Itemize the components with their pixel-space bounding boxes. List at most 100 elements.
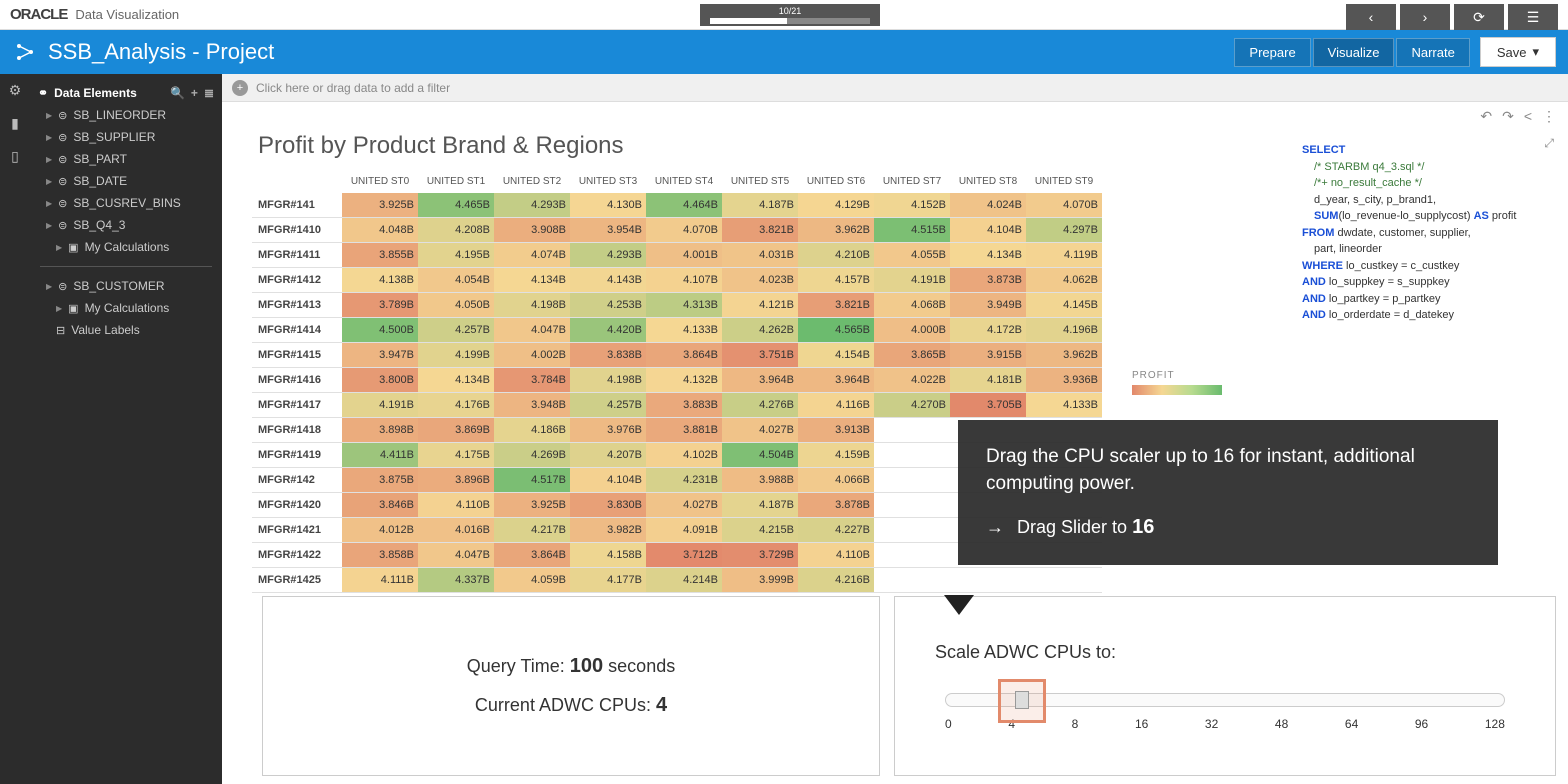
expand-icon[interactable]: ▶: [46, 221, 52, 230]
tree-item[interactable]: ▶⊜SB_DATE: [36, 170, 216, 192]
cell: 4.145B: [1026, 293, 1102, 318]
visualize-button[interactable]: Visualize: [1313, 38, 1395, 67]
search-icon[interactable]: 🔍: [170, 86, 185, 100]
reload-button[interactable]: ⟳: [1454, 4, 1504, 30]
cell: [950, 568, 1026, 593]
expand-icon[interactable]: ⤢: [1544, 134, 1554, 152]
cpu-slider[interactable]: [935, 693, 1515, 707]
tree-item[interactable]: ▶⊜SB_LINEORDER: [36, 104, 216, 126]
col-header: UNITED ST2: [494, 170, 570, 193]
cell: [1026, 568, 1102, 593]
legend-title: PROFIT: [1132, 370, 1222, 381]
expand-icon[interactable]: ▶: [46, 155, 52, 164]
menu-button[interactable]: ☰: [1508, 4, 1558, 30]
tree-item[interactable]: ▶⊜SB_Q4_3: [36, 214, 216, 236]
table-row: MFGR#14174.191B4.176B3.948B4.257B3.883B4…: [252, 393, 1102, 418]
cell: 4.062B: [1026, 268, 1102, 293]
link-icon: ⚭: [38, 86, 48, 100]
cell: 4.172B: [950, 318, 1026, 343]
share-icon[interactable]: <: [1524, 108, 1532, 125]
elements-icon[interactable]: ⚙: [9, 82, 22, 99]
cell: 4.177B: [570, 568, 646, 593]
cell: 3.883B: [646, 393, 722, 418]
value-labels-item[interactable]: ⊟ Value Labels: [36, 319, 216, 341]
cell: 4.129B: [798, 193, 874, 218]
cell: 4.130B: [570, 193, 646, 218]
metrics-panel: Query Time: 100 seconds Current ADWC CPU…: [262, 596, 880, 776]
add-filter-icon[interactable]: +: [232, 80, 248, 96]
col-header: UNITED ST0: [342, 170, 418, 193]
cell: 3.705B: [950, 393, 1026, 418]
table-row: MFGR#14113.855B4.195B4.074B4.293B4.001B4…: [252, 243, 1102, 268]
cell: [874, 443, 950, 468]
prepare-button[interactable]: Prepare: [1234, 38, 1310, 67]
filter-bar[interactable]: + Click here or drag data to add a filte…: [222, 74, 1568, 102]
expand-icon[interactable]: ▶: [46, 199, 52, 208]
analytics-icon[interactable]: ▯: [11, 148, 19, 165]
expand-icon[interactable]: ▶: [56, 243, 62, 252]
cell: 4.054B: [418, 268, 494, 293]
cell: 4.187B: [722, 193, 798, 218]
cell: 4.297B: [1026, 218, 1102, 243]
slider-marker-arrow: [944, 595, 974, 620]
cell: 4.154B: [798, 343, 874, 368]
cell: 4.207B: [570, 443, 646, 468]
cell: 4.133B: [1026, 393, 1102, 418]
cell: 4.159B: [798, 443, 874, 468]
cell: 4.214B: [646, 568, 722, 593]
cell: 4.055B: [874, 243, 950, 268]
cell: 4.119B: [1026, 243, 1102, 268]
expand-icon[interactable]: ▶: [56, 304, 62, 313]
save-button[interactable]: Save▾: [1480, 37, 1556, 67]
col-header: UNITED ST4: [646, 170, 722, 193]
narrate-button[interactable]: Narrate: [1396, 38, 1469, 67]
expand-icon[interactable]: ▶: [46, 177, 52, 186]
back-button[interactable]: ‹: [1346, 4, 1396, 30]
expand-icon[interactable]: ▶: [46, 133, 52, 142]
save-dropdown-icon[interactable]: ▾: [1532, 44, 1539, 60]
table-row: MFGR#14163.800B4.134B3.784B4.198B4.132B3…: [252, 368, 1102, 393]
cell: 3.962B: [798, 218, 874, 243]
cell: 4.515B: [874, 218, 950, 243]
cell: 3.712B: [646, 543, 722, 568]
sidebar-header: ⚭ Data Elements 🔍 + ≣: [36, 82, 216, 104]
add-icon[interactable]: +: [191, 86, 198, 100]
row-label: MFGR#141: [252, 193, 342, 218]
col-header: UNITED ST7: [874, 170, 950, 193]
row-label: MFGR#142: [252, 468, 342, 493]
tree-item[interactable]: ▶⊜SB_SUPPLIER: [36, 126, 216, 148]
cell: 3.846B: [342, 493, 418, 518]
datasource-icon: ⊜: [58, 109, 67, 122]
my-calculations-item[interactable]: ▶ ▣ My Calculations: [36, 236, 216, 258]
cell: 3.800B: [342, 368, 418, 393]
col-header: UNITED ST9: [1026, 170, 1102, 193]
tick-label: 32: [1205, 717, 1218, 731]
folder-icon: ▣: [68, 302, 78, 315]
cell: 4.293B: [494, 193, 570, 218]
cell: 4.110B: [418, 493, 494, 518]
options-icon[interactable]: ⋮: [1542, 108, 1556, 125]
expand-icon[interactable]: ▶: [46, 111, 52, 120]
list-icon[interactable]: ≣: [204, 86, 214, 100]
cell: 4.198B: [570, 368, 646, 393]
datasource-icon: ⊜: [58, 153, 67, 166]
tree-item[interactable]: ▶⊜SB_CUSREV_BINS: [36, 192, 216, 214]
my-calculations-item-2[interactable]: ▶ ▣ My Calculations: [36, 297, 216, 319]
expand-icon[interactable]: ▶: [46, 282, 52, 291]
cell: 4.196B: [1026, 318, 1102, 343]
cell: 4.411B: [342, 443, 418, 468]
forward-button[interactable]: ›: [1400, 4, 1450, 30]
project-title: SSB_Analysis - Project: [48, 39, 1234, 65]
slider-thumb[interactable]: [1015, 691, 1029, 709]
table-row: MFGR#14124.138B4.054B4.134B4.143B4.107B4…: [252, 268, 1102, 293]
chart-icon[interactable]: ▮: [11, 115, 19, 132]
undo-icon[interactable]: ↶: [1480, 108, 1492, 125]
tick-label: 16: [1135, 717, 1148, 731]
cell: 4.465B: [418, 193, 494, 218]
redo-icon[interactable]: ↷: [1502, 108, 1514, 125]
cell: 3.838B: [570, 343, 646, 368]
cell: 4.031B: [722, 243, 798, 268]
row-label: MFGR#1419: [252, 443, 342, 468]
tree-item[interactable]: ▶⊜SB_PART: [36, 148, 216, 170]
tree-item[interactable]: ▶⊜SB_CUSTOMER: [36, 275, 216, 297]
